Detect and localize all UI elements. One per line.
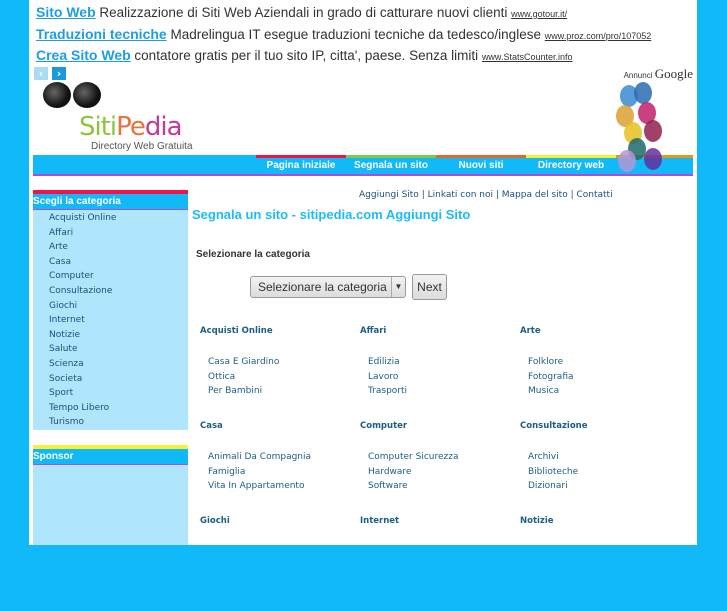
- category-grid: Acquisti Online Casa E Giardino Ottica Per …: [200, 326, 680, 611]
- ad-text: Madrelingua IT esegue traduzioni tecnich…: [170, 26, 541, 42]
- ad-title-link[interactable]: Traduzioni tecniche: [36, 26, 167, 42]
- next-button[interactable]: Next: [412, 274, 447, 300]
- subcategory-link[interactable]: Animali Da Compagnia: [200, 450, 360, 465]
- category-list: Acquisti Online Affari Arte Casa Compute…: [33, 210, 188, 430]
- category-heading[interactable]: Giochi: [200, 516, 360, 545]
- sidebar-item[interactable]: Turismo: [49, 415, 188, 430]
- subcategory-link[interactable]: Musica: [520, 384, 680, 399]
- subcategory-link[interactable]: Software: [360, 479, 520, 494]
- sidebar-item[interactable]: Consultazione: [49, 284, 188, 299]
- chevron-right-icon[interactable]: ›: [52, 67, 66, 80]
- category-heading[interactable]: Notizie: [520, 516, 680, 545]
- category-block: Acquisti Online Casa E Giardino Ottica Per …: [200, 326, 360, 421]
- link-contacts[interactable]: Contatti: [576, 190, 612, 200]
- subcategory-link[interactable]: Archivi: [520, 450, 680, 465]
- sidebar-item[interactable]: Salute: [49, 342, 188, 357]
- category-block: Consultazione Archivi Biblioteche Dizionari: [520, 421, 680, 516]
- balloons-image: [614, 80, 684, 190]
- top-links: Aggiungi Sito | Linkati con noi | Mappa …: [359, 190, 613, 200]
- category-block: Notizie: [520, 516, 680, 611]
- subcategory-link[interactable]: Hardware: [360, 465, 520, 480]
- nav-directory[interactable]: Directory web: [526, 155, 616, 174]
- category-heading[interactable]: Acquisti Online: [200, 326, 360, 355]
- ad-text: contatore gratis per il tuo sito IP, cit…: [134, 48, 479, 63]
- category-block: Giochi: [200, 516, 360, 611]
- category-select[interactable]: Selezionare la categoria ▼: [250, 276, 406, 298]
- sidebar-item[interactable]: Scienza: [49, 357, 188, 372]
- category-heading[interactable]: Internet: [360, 516, 520, 545]
- nav-home[interactable]: Pagina iniziale: [256, 155, 346, 174]
- subcategory-link[interactable]: Per Bambini: [200, 384, 360, 399]
- subcategory-link[interactable]: Dizionari: [520, 479, 680, 494]
- category-block: Arte Folklore Fotografia Musica: [520, 326, 680, 421]
- logo-tagline: Directory Web Gratuita: [91, 141, 193, 152]
- header: SitiPedia Directory Web Gratuita: [33, 80, 693, 155]
- main-nav: Pagina iniziale Segnala un sito Nuovi si…: [33, 155, 693, 176]
- sidebar: Scegli la categoria Acquisti Online Affa…: [33, 190, 188, 545]
- logo[interactable]: SitiPedia: [79, 112, 183, 142]
- google-logo: Google: [654, 66, 693, 81]
- category-heading[interactable]: Affari: [360, 326, 520, 355]
- subcategory-link[interactable]: Famiglia: [200, 465, 360, 480]
- category-heading[interactable]: Casa: [200, 421, 360, 450]
- category-block: Internet: [360, 516, 520, 611]
- ad-item: Sito Web Realizzazione di Siti Web Azien…: [36, 2, 651, 24]
- ad-title-link[interactable]: Sito Web: [36, 4, 96, 20]
- ad-text: Realizzazione di Siti Web Aziendali in g…: [99, 5, 508, 20]
- link-add-site[interactable]: Aggiungi Sito: [359, 190, 419, 200]
- ad-url-link[interactable]: www.gotour.it/: [511, 9, 567, 19]
- subcategory-link[interactable]: Folklore: [520, 355, 680, 370]
- nav-new-sites[interactable]: Nuovi siti: [436, 155, 526, 174]
- category-block: Casa Animali Da Compagnia Famiglia Vita In …: [200, 421, 360, 516]
- link-link-us[interactable]: Linkati con noi: [428, 190, 493, 200]
- sidebar-item[interactable]: Societa: [49, 372, 188, 387]
- subcategory-link[interactable]: Casa E Giardino: [200, 355, 360, 370]
- category-heading[interactable]: Computer: [360, 421, 520, 450]
- subcategory-link[interactable]: Computer Sicurezza: [360, 450, 520, 465]
- subcategory-link[interactable]: Biblioteche: [520, 465, 680, 480]
- sidebar-item[interactable]: Casa: [49, 255, 188, 270]
- sidebar-item[interactable]: Computer: [49, 269, 188, 284]
- ad-label: Annunci: [623, 71, 653, 80]
- sidebar-item[interactable]: Sport: [49, 386, 188, 401]
- category-heading[interactable]: Arte: [520, 326, 680, 355]
- sidebar-item[interactable]: Arte: [49, 240, 188, 255]
- category-heading[interactable]: Consultazione: [520, 421, 680, 450]
- sidebar-item[interactable]: Internet: [49, 313, 188, 328]
- subcategory-link[interactable]: Edilizia: [360, 355, 520, 370]
- subcategory-link[interactable]: Vita In Appartamento: [200, 479, 360, 494]
- select-label: Selezionare la categoria: [196, 249, 310, 260]
- sponsor-title: Sponsor: [33, 444, 188, 465]
- ad-item: Crea Sito Web contatore gratis per il tu…: [36, 45, 651, 67]
- ad-item: Traduzioni tecniche Madrelingua IT esegu…: [36, 24, 651, 46]
- chevron-down-icon: ▼: [391, 277, 405, 297]
- sidebar-item[interactable]: Giochi: [49, 299, 188, 314]
- subcategory-link[interactable]: Lavoro: [360, 370, 520, 385]
- page: Sito Web Realizzazione di Siti Web Azien…: [29, 0, 697, 545]
- sidebar-item[interactable]: Acquisti Online: [49, 211, 188, 226]
- category-block: Computer Computer Sicurezza Hardware Softwa…: [360, 421, 520, 516]
- sidebar-item[interactable]: Tempo Libero: [49, 401, 188, 416]
- ad-block: Sito Web Realizzazione di Siti Web Azien…: [36, 2, 651, 67]
- sidebar-item[interactable]: Affari: [49, 226, 188, 241]
- subcategory-link[interactable]: Trasporti: [360, 384, 520, 399]
- chevron-left-icon[interactable]: ‹: [34, 67, 48, 80]
- ad-url-link[interactable]: www.proz.com/pro/107052: [545, 31, 652, 41]
- page-title: Segnala un sito - sitipedia.com Aggiungi…: [192, 207, 471, 222]
- subcategory-link[interactable]: Fotografia: [520, 370, 680, 385]
- sidebar-title: Scegli la categoria: [33, 190, 188, 210]
- category-block: Affari Edilizia Lavoro Trasporti: [360, 326, 520, 421]
- nav-submit-site[interactable]: Segnala un sito: [346, 155, 436, 174]
- sidebar-item[interactable]: Notizie: [49, 328, 188, 343]
- ad-title-link[interactable]: Crea Sito Web: [36, 47, 131, 63]
- link-sitemap[interactable]: Mappa del sito: [502, 190, 568, 200]
- select-value: Selezionare la categoria: [258, 280, 387, 294]
- binoculars-icon: [43, 82, 101, 108]
- ad-url-link[interactable]: www.StatsCounter.info: [482, 52, 573, 62]
- subcategory-link[interactable]: Ottica: [200, 370, 360, 385]
